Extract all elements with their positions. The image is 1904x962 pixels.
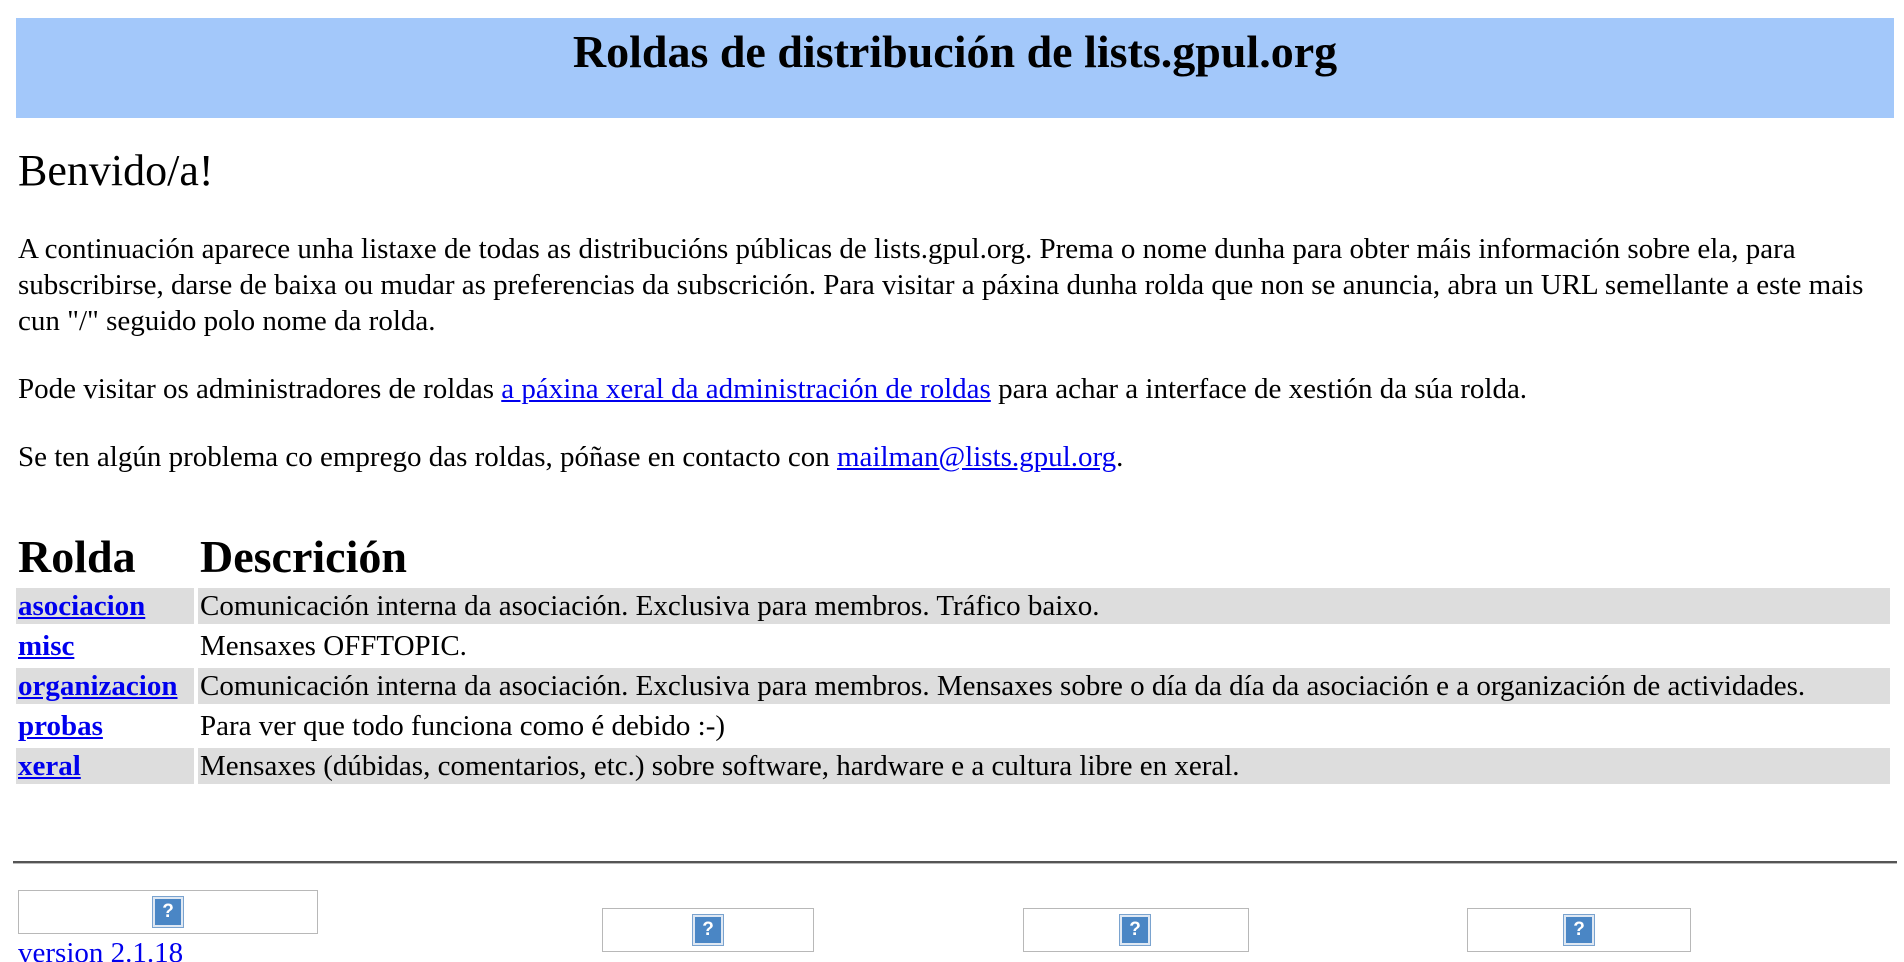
lists-table: Rolda Descrición asociacion Comunicación…: [12, 526, 1894, 788]
list-name-cell: organizacion: [16, 668, 194, 704]
admin-text-after: para achar a interface de xestión da súa…: [990, 373, 1528, 405]
page: Roldas de distribución de lists.gpul.org…: [13, 18, 1897, 962]
list-link-xeral[interactable]: xeral: [18, 750, 81, 782]
table-row: probas Para ver que todo funciona como é…: [16, 708, 1890, 744]
list-name-cell: probas: [16, 708, 194, 744]
page-title: Roldas de distribución de lists.gpul.org: [572, 26, 1338, 77]
contact-text-before: Se ten algún problema co emprego das rol…: [18, 441, 837, 473]
admin-overview-link[interactable]: a páxina xeral da administración de rold…: [501, 373, 991, 405]
broken-image-icon: ?: [153, 897, 183, 927]
table-row: misc Mensaxes OFFTOPIC.: [16, 628, 1890, 664]
welcome-heading: Benvido/a!: [18, 146, 214, 195]
header-banner: Roldas de distribución de lists.gpul.org: [16, 18, 1894, 118]
column-header-list: Rolda: [18, 531, 136, 582]
table-row: asociacion Comunicación interna da asoci…: [16, 588, 1890, 624]
gpl-logo-link[interactable]: ?: [1467, 908, 1691, 952]
mailman-logo-link[interactable]: ?: [18, 890, 318, 934]
list-description: Mensaxes OFFTOPIC.: [200, 630, 467, 662]
admin-text-before: Pode visitar os administradores de rolda…: [18, 373, 502, 405]
version-link[interactable]: version 2.1.18: [18, 935, 183, 962]
column-header-description: Descrición: [200, 531, 407, 582]
table-row: organizacion Comunicación interna da aso…: [16, 668, 1890, 704]
list-description: Para ver que todo funciona como é debido…: [200, 710, 726, 742]
list-description: Comunicación interna da asociación. Excl…: [198, 588, 1890, 624]
list-description: Comunicación interna da asociación. Excl…: [198, 668, 1890, 704]
list-link-misc[interactable]: misc: [18, 630, 74, 662]
contact-email-link[interactable]: mailman@lists.gpul.org: [837, 441, 1116, 473]
contact-text-after: .: [1116, 441, 1124, 473]
gnu-logo-link[interactable]: ?: [1023, 908, 1249, 952]
list-link-organizacion[interactable]: organizacion: [18, 670, 178, 702]
lists-table-header-row: Rolda Descrición: [16, 530, 1890, 584]
footer-divider: [13, 861, 1897, 864]
list-link-asociacion[interactable]: asociacion: [18, 590, 145, 622]
broken-image-icon: ?: [1120, 915, 1150, 945]
list-description: Mensaxes (dúbidas, comentarios, etc.) so…: [198, 748, 1890, 784]
python-logo-link[interactable]: ?: [602, 908, 814, 952]
contact-paragraph: Se ten algún problema co emprego das rol…: [18, 439, 1123, 475]
admin-paragraph: Pode visitar os administradores de rolda…: [18, 371, 1527, 407]
list-name-cell: misc: [16, 628, 194, 664]
broken-image-icon: ?: [1564, 915, 1594, 945]
list-link-probas[interactable]: probas: [18, 710, 103, 742]
list-name-cell: xeral: [16, 748, 194, 784]
broken-image-icon: ?: [693, 915, 723, 945]
list-name-cell: asociacion: [16, 588, 194, 624]
intro-paragraph: A continuación aparece unha listaxe de t…: [18, 233, 1864, 337]
table-row: xeral Mensaxes (dúbidas, comentarios, et…: [16, 748, 1890, 784]
